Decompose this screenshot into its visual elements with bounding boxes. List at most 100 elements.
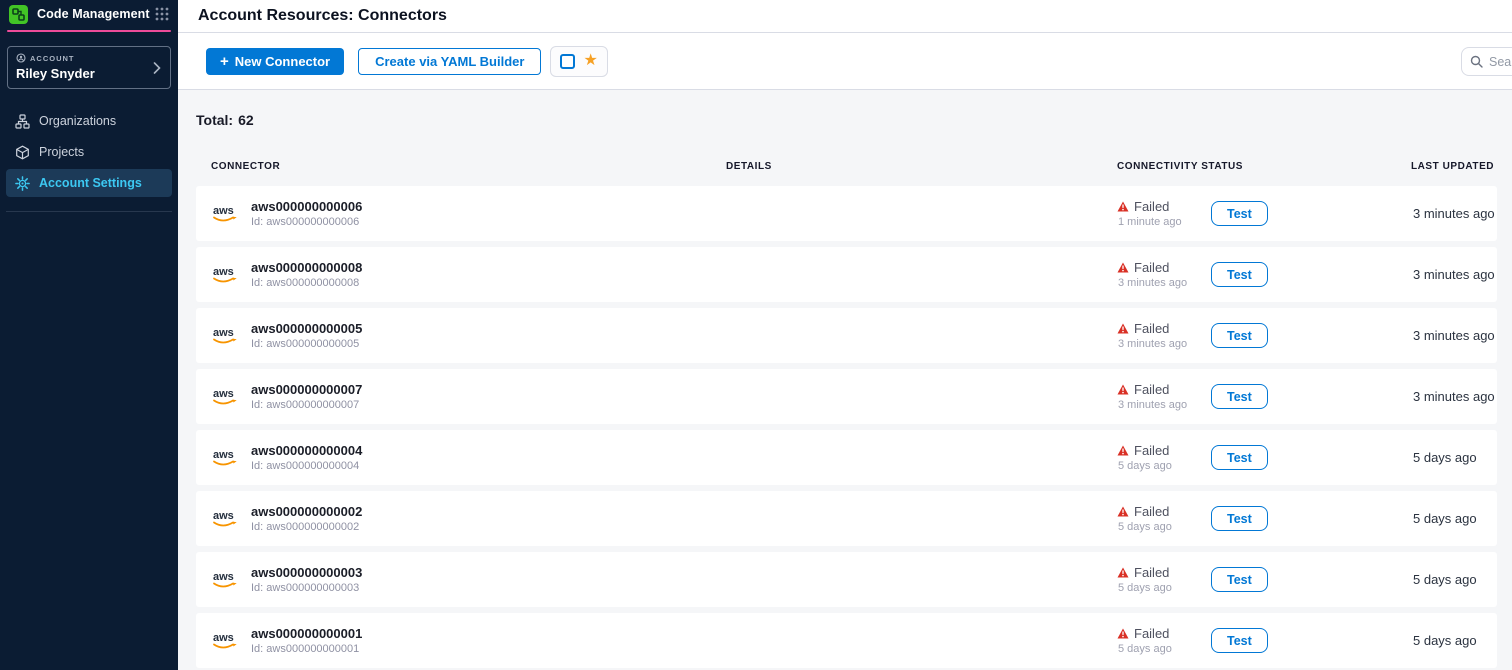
connector-cell: aws aws000000000002 Id: aws000000000002: [211, 504, 726, 533]
status-time: 5 days ago: [1118, 521, 1195, 533]
status-time: 5 days ago: [1118, 643, 1195, 655]
connector-name: aws000000000001: [251, 626, 362, 641]
connector-table: aws aws000000000006 Id: aws000000000006 …: [196, 186, 1497, 668]
test-button[interactable]: Test: [1211, 567, 1268, 592]
sidebar-item-label: Projects: [39, 145, 84, 159]
account-label: ACCOUNT: [30, 54, 75, 63]
connector-name: aws000000000003: [251, 565, 362, 580]
connector-cell: aws aws000000000007 Id: aws000000000007: [211, 382, 726, 411]
connector-id: Id: aws000000000001: [251, 643, 362, 655]
warning-triangle-icon: [1117, 262, 1129, 273]
connector-id: Id: aws000000000008: [251, 277, 362, 289]
column-header-details: DETAILS: [726, 161, 1117, 172]
yaml-builder-button[interactable]: Create via YAML Builder: [358, 48, 541, 75]
table-row[interactable]: aws aws000000000002 Id: aws000000000002 …: [196, 491, 1497, 546]
last-updated-cell: 5 days ago: [1411, 450, 1497, 465]
warning-triangle-icon: [1117, 567, 1129, 578]
aws-icon: aws: [211, 386, 241, 408]
connector-id: Id: aws000000000005: [251, 338, 362, 350]
sidebar-item-organizations[interactable]: Organizations: [6, 107, 172, 135]
svg-text:aws: aws: [213, 449, 234, 461]
status-cell: Failed 1 minute ago Test: [1117, 199, 1411, 228]
connector-name: aws000000000008: [251, 260, 362, 275]
svg-text:aws: aws: [213, 205, 234, 217]
test-button[interactable]: Test: [1211, 506, 1268, 531]
connector-id: Id: aws000000000007: [251, 399, 362, 411]
table-row[interactable]: aws aws000000000008 Id: aws000000000008 …: [196, 247, 1497, 302]
account-selector[interactable]: ACCOUNT Riley Snyder: [7, 46, 171, 89]
content: Total: 62 CONNECTOR DETAILS CONNECTIVITY…: [178, 90, 1512, 670]
sidebar-item-account-settings[interactable]: Account Settings: [6, 169, 172, 197]
connector-cell: aws aws000000000006 Id: aws000000000006: [211, 199, 726, 228]
connector-name: aws000000000004: [251, 443, 362, 458]
status-time: 5 days ago: [1118, 460, 1195, 472]
organizations-icon: [14, 113, 30, 129]
connector-cell: aws aws000000000008 Id: aws000000000008: [211, 260, 726, 289]
last-updated-cell: 3 minutes ago: [1411, 206, 1497, 221]
warning-triangle-icon: [1117, 628, 1129, 639]
code-module-icon: [9, 5, 28, 24]
status-time: 3 minutes ago: [1118, 338, 1195, 350]
main-area: Account Resources: Connectors + New Conn…: [178, 0, 1512, 670]
svg-text:aws: aws: [213, 510, 234, 522]
table-row[interactable]: aws aws000000000004 Id: aws000000000004 …: [196, 430, 1497, 485]
search-box: [1461, 47, 1512, 76]
aws-icon: aws: [211, 569, 241, 591]
connector-id: Id: aws000000000006: [251, 216, 362, 228]
table-row[interactable]: aws aws000000000001 Id: aws000000000001 …: [196, 613, 1497, 668]
test-button[interactable]: Test: [1211, 201, 1268, 226]
table-row[interactable]: aws aws000000000003 Id: aws000000000003 …: [196, 552, 1497, 607]
aws-icon: aws: [211, 264, 241, 286]
test-button[interactable]: Test: [1211, 262, 1268, 287]
search-input[interactable]: [1489, 55, 1512, 69]
last-updated-cell: 3 minutes ago: [1411, 267, 1497, 282]
connector-name: aws000000000002: [251, 504, 362, 519]
table-row[interactable]: aws aws000000000006 Id: aws000000000006 …: [196, 186, 1497, 241]
status-time: 5 days ago: [1118, 582, 1195, 594]
status-text: Failed: [1134, 565, 1169, 580]
last-updated-cell: 3 minutes ago: [1411, 328, 1497, 343]
test-button[interactable]: Test: [1211, 323, 1268, 348]
new-connector-label: New Connector: [235, 54, 330, 69]
filter-checkbox[interactable]: [560, 54, 575, 69]
status-cell: Failed 5 days ago Test: [1117, 504, 1411, 533]
chevron-right-icon: [153, 62, 161, 74]
column-header-connectivity-status: CONNECTIVITY STATUS: [1117, 161, 1411, 172]
connector-cell: aws aws000000000001 Id: aws000000000001: [211, 626, 726, 655]
status-cell: Failed 5 days ago Test: [1117, 626, 1411, 655]
status-text: Failed: [1134, 626, 1169, 641]
sidebar-item-label: Account Settings: [39, 176, 142, 190]
page-header: Account Resources: Connectors: [178, 0, 1512, 33]
status-cell: Failed 3 minutes ago Test: [1117, 321, 1411, 350]
status-time: 3 minutes ago: [1118, 277, 1195, 289]
app-grid-icon[interactable]: [154, 6, 170, 22]
aws-icon: aws: [211, 447, 241, 469]
aws-icon: aws: [211, 203, 241, 225]
status-cell: Failed 3 minutes ago Test: [1117, 382, 1411, 411]
svg-text:aws: aws: [213, 571, 234, 583]
gear-icon: [14, 175, 30, 191]
sidebar-item-projects[interactable]: Projects: [6, 138, 172, 166]
connector-name: aws000000000005: [251, 321, 362, 336]
table-row[interactable]: aws aws000000000005 Id: aws000000000005 …: [196, 308, 1497, 363]
connector-name: aws000000000007: [251, 382, 362, 397]
new-connector-button[interactable]: + New Connector: [206, 48, 344, 75]
app-title: Code Management: [37, 7, 154, 21]
filter-group: ★: [550, 46, 607, 77]
plus-icon: +: [220, 53, 229, 70]
table-row[interactable]: aws aws000000000007 Id: aws000000000007 …: [196, 369, 1497, 424]
status-text: Failed: [1134, 504, 1169, 519]
column-header-connector: CONNECTOR: [211, 161, 726, 172]
test-button[interactable]: Test: [1211, 628, 1268, 653]
aws-icon: aws: [211, 630, 241, 652]
svg-text:aws: aws: [213, 266, 234, 278]
connector-name: aws000000000006: [251, 199, 362, 214]
connector-cell: aws aws000000000003 Id: aws000000000003: [211, 565, 726, 594]
page-title: Account Resources: Connectors: [198, 7, 447, 25]
test-button[interactable]: Test: [1211, 384, 1268, 409]
connector-cell: aws aws000000000005 Id: aws000000000005: [211, 321, 726, 350]
status-time: 3 minutes ago: [1118, 399, 1195, 411]
favorite-star-icon[interactable]: ★: [583, 53, 597, 69]
svg-text:aws: aws: [213, 632, 234, 644]
test-button[interactable]: Test: [1211, 445, 1268, 470]
